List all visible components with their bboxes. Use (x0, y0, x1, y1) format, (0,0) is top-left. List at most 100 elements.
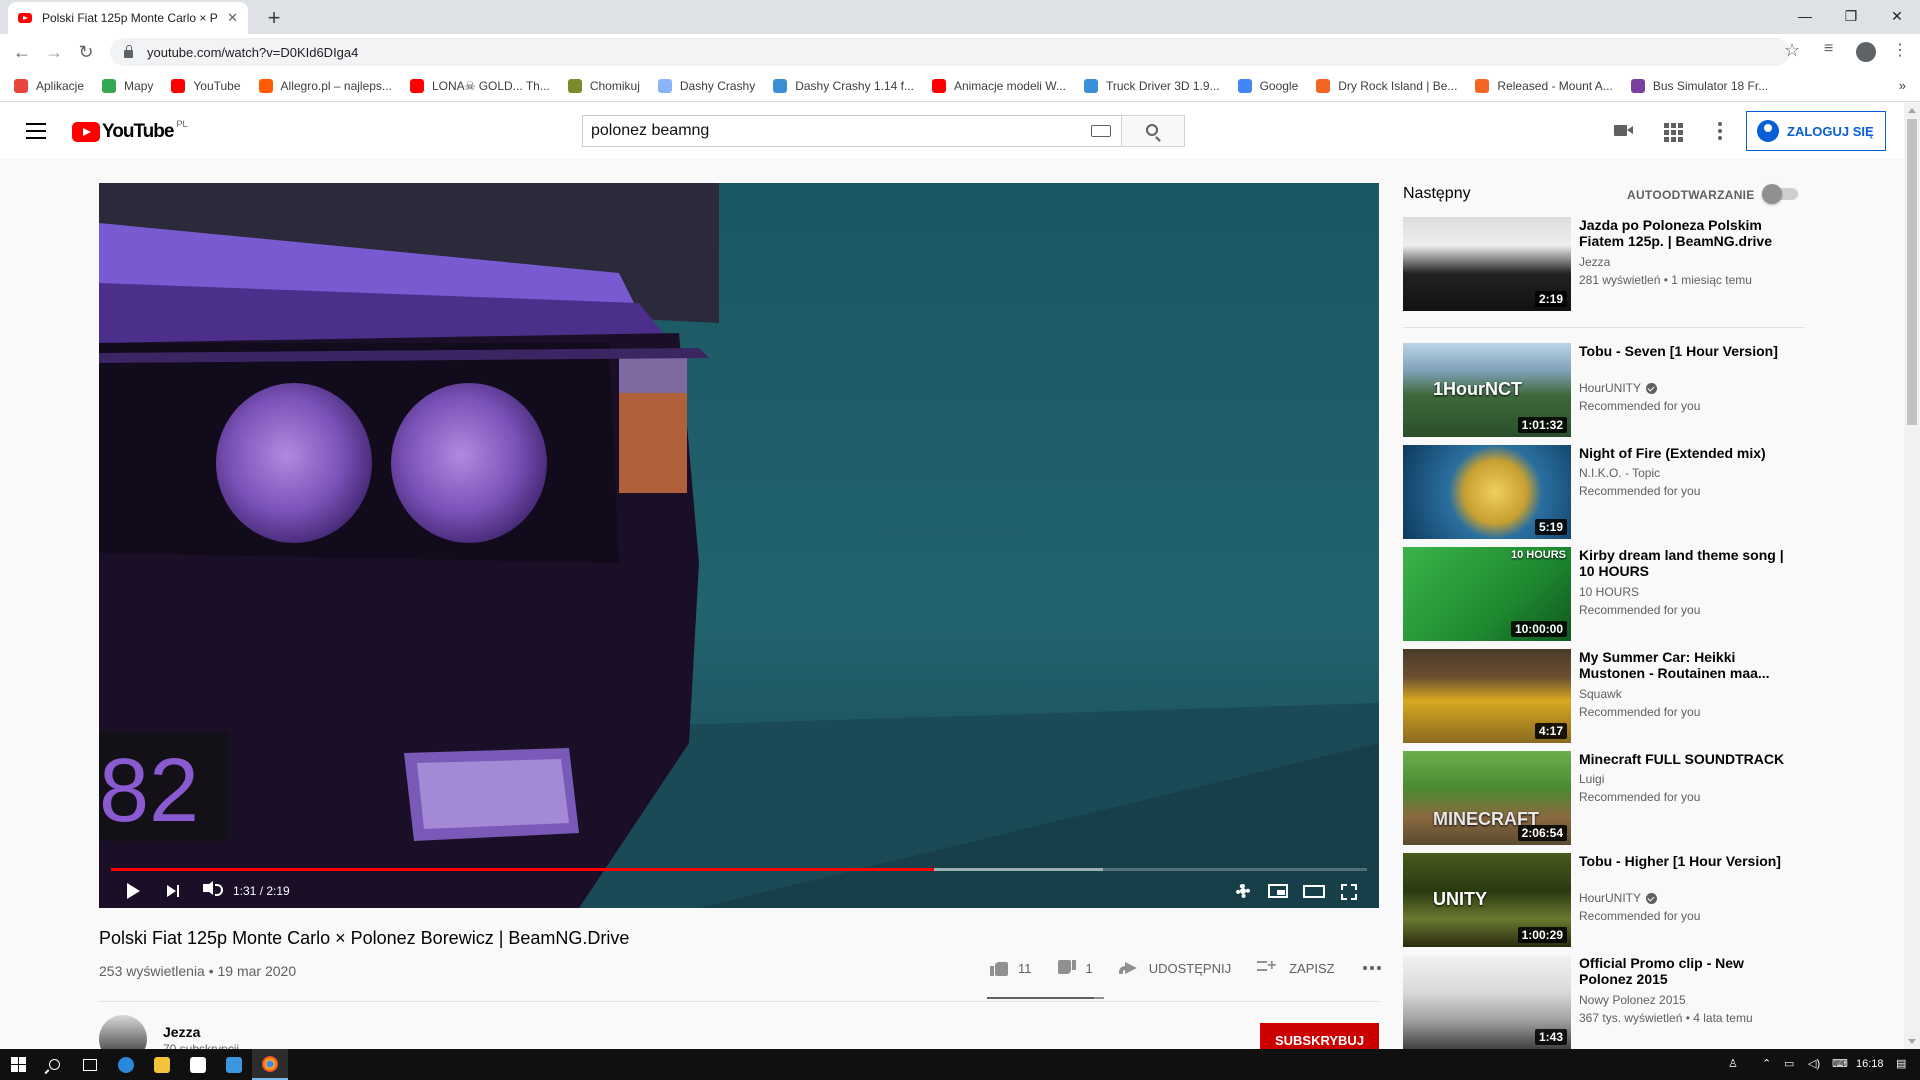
clock[interactable]: 16:18 (1856, 1049, 1884, 1080)
close-window-button[interactable]: ✕ (1874, 2, 1920, 30)
video-thumbnail[interactable]: 4:17 (1403, 649, 1571, 743)
recommended-video[interactable]: 5:19 Night of Fire (Extended mix) N.I.K.O.… (1403, 445, 1803, 539)
taskbar-store[interactable] (180, 1049, 216, 1080)
recommended-channel[interactable]: Squawk (1579, 687, 1622, 701)
recommended-channel[interactable]: Luigi (1579, 772, 1604, 786)
video-thumbnail[interactable]: 1:43 (1403, 955, 1571, 1049)
play-button-icon[interactable] (123, 877, 143, 905)
more-actions-icon[interactable] (1362, 966, 1381, 970)
recommended-title[interactable]: Tobu - Seven [1 Hour Version] (1579, 343, 1789, 359)
profile-icon[interactable] (1856, 42, 1876, 62)
save-button[interactable]: ZAPISZ (1257, 957, 1335, 976)
next-video-icon[interactable] (165, 877, 185, 905)
recommended-title[interactable]: My Summer Car: Heikki Mustonen - Routain… (1579, 649, 1789, 681)
recommended-channel[interactable]: 10 HOURS (1579, 585, 1639, 599)
video-thumbnail[interactable]: 10 HOURS 10:00:00 (1403, 547, 1571, 641)
theater-mode-icon[interactable] (1303, 877, 1325, 905)
network-icon[interactable]: ▭ (1784, 1049, 1794, 1080)
tab-close-icon[interactable]: ✕ (227, 10, 238, 26)
bookmark-item[interactable]: Animacje modeli W... (931, 78, 1066, 93)
bookmark-item[interactable]: Chomikuj (567, 78, 640, 93)
video-thumbnail[interactable]: 1HourNCT 1:01:32 (1403, 343, 1571, 437)
recommended-video[interactable]: 1:43 Official Promo clip - New Polonez 20… (1403, 955, 1803, 1049)
bookmarks-overflow-icon[interactable]: » (1899, 78, 1906, 93)
recommended-video[interactable]: 4:17 My Summer Car: Heikki Mustonen - Rou… (1403, 649, 1803, 743)
scroll-down-arrow-icon[interactable] (1908, 1039, 1916, 1044)
recommended-channel[interactable]: N.I.K.O. - Topic (1579, 466, 1660, 480)
browser-tab[interactable]: Polski Fiat 125p Monte Carlo × P ✕ (8, 2, 248, 34)
search-input[interactable]: polonez beamng (582, 115, 1122, 147)
lock-icon[interactable] (124, 45, 133, 58)
address-bar[interactable]: youtube.com/watch?v=D0KId6DIga4 (110, 38, 1790, 66)
like-button[interactable]: 11 (990, 960, 1032, 976)
recommended-channel[interactable]: Nowy Polonez 2015 (1579, 993, 1686, 1007)
video-thumbnail[interactable]: 5:19 (1403, 445, 1571, 539)
back-button[interactable]: ← (10, 40, 34, 64)
settings-dots-icon[interactable] (1708, 119, 1732, 143)
recommended-video[interactable]: 2:19 Jazda po Poloneza Polskim Fiatem 125… (1403, 217, 1803, 311)
autoplay-toggle[interactable] (1762, 184, 1798, 204)
bookmark-star-icon[interactable]: ☆ (1784, 40, 1800, 61)
bookmark-item[interactable]: Mapy (102, 78, 153, 93)
login-button[interactable]: ZALOGUJ SIĘ (1746, 111, 1886, 151)
recommended-title[interactable]: Jazda po Poloneza Polskim Fiatem 125p. |… (1579, 217, 1789, 249)
create-video-icon[interactable] (1612, 119, 1636, 143)
taskbar-mail[interactable] (216, 1049, 252, 1080)
keyboard-layout-icon[interactable]: ⌨ (1832, 1049, 1848, 1080)
miniplayer-icon[interactable] (1267, 877, 1289, 905)
bookmark-item[interactable]: Allegro.pl – najleps... (258, 78, 392, 93)
bookmark-item[interactable]: LONA☠ GOLD... Th... (409, 78, 550, 93)
taskbar-explorer[interactable] (144, 1049, 180, 1080)
apps-grid-icon[interactable] (1660, 119, 1684, 143)
scrollbar-thumb[interactable] (1907, 119, 1917, 425)
bookmark-item[interactable]: Released - Mount A... (1475, 78, 1613, 93)
bookmark-item[interactable]: Aplikacje (14, 78, 84, 93)
new-tab-button[interactable]: + (262, 5, 286, 31)
recommended-channel[interactable]: HourUNITY (1579, 381, 1658, 395)
taskbar-chrome[interactable] (252, 1049, 288, 1080)
maximize-button[interactable]: ❐ (1828, 2, 1874, 30)
bookmark-item[interactable]: Bus Simulator 18 Fr... (1630, 78, 1768, 93)
recommended-video[interactable]: UNITY 1:00:29 Tobu - Higher [1 Hour Versio… (1403, 853, 1803, 947)
scroll-up-arrow-icon[interactable] (1908, 108, 1916, 113)
bookmark-item[interactable]: Dry Rock Island | Be... (1316, 78, 1457, 93)
taskbar-edge[interactable] (108, 1049, 144, 1080)
recommended-video[interactable]: 1HourNCT 1:01:32 Tobu - Seven [1 Hour Vers… (1403, 343, 1803, 437)
start-button[interactable] (0, 1049, 36, 1080)
dislike-button[interactable]: 1 (1058, 960, 1093, 976)
minimize-button[interactable]: — (1782, 2, 1828, 30)
settings-gear-icon[interactable] (1233, 877, 1253, 905)
speaker-icon[interactable]: ◁) (1808, 1049, 1820, 1080)
bookmark-item[interactable]: Dashy Crashy 1.14 f... (773, 78, 914, 93)
browser-menu-icon[interactable]: ⋮ (1892, 40, 1908, 60)
video-thumbnail[interactable]: 2:19 (1403, 217, 1571, 311)
reload-button[interactable]: ↻ (74, 40, 98, 64)
video-thumbnail[interactable]: MINECRAFT 2:06:54 (1403, 751, 1571, 845)
volume-icon[interactable] (201, 877, 225, 905)
recommended-title[interactable]: Night of Fire (Extended mix) (1579, 445, 1789, 461)
taskbar-search-button[interactable] (36, 1049, 72, 1080)
recommended-title[interactable]: Minecraft FULL SOUNDTRACK (1579, 751, 1789, 767)
video-thumbnail[interactable]: UNITY 1:00:29 (1403, 853, 1571, 947)
fullscreen-icon[interactable] (1339, 877, 1359, 905)
recommended-video[interactable]: MINECRAFT 2:06:54 Minecraft FULL SOUNDTRAC… (1403, 751, 1803, 845)
bookmark-item[interactable]: YouTube (171, 78, 241, 93)
tray-overflow-icon[interactable]: ⌃ (1762, 1049, 1771, 1080)
people-icon[interactable]: ♙ (1728, 1049, 1738, 1080)
recommended-channel[interactable]: Jezza (1579, 255, 1610, 269)
bookmark-item[interactable]: Dashy Crashy (657, 78, 755, 93)
share-button[interactable]: UDOSTĘPNIJ (1118, 961, 1231, 976)
recommended-video[interactable]: 10 HOURS 10:00:00 Kirby dream land theme s… (1403, 547, 1803, 641)
seek-bar[interactable] (111, 868, 1367, 871)
search-button[interactable] (1121, 115, 1185, 147)
recommended-title[interactable]: Official Promo clip - New Polonez 2015 (1579, 955, 1789, 987)
recommended-channel[interactable]: HourUNITY (1579, 891, 1658, 905)
notifications-icon[interactable]: ▤ (1896, 1049, 1906, 1080)
bookmark-item[interactable]: Truck Driver 3D 1.9... (1083, 78, 1220, 93)
recommended-title[interactable]: Kirby dream land theme song | 10 HOURS (1579, 547, 1789, 579)
task-view-button[interactable] (72, 1049, 108, 1080)
page-scrollbar[interactable] (1904, 103, 1920, 1049)
channel-name[interactable]: Jezza (163, 1024, 200, 1040)
video-player[interactable]: 82 1:31 / 2:19 (99, 183, 1379, 908)
keyboard-icon[interactable] (1091, 125, 1111, 137)
